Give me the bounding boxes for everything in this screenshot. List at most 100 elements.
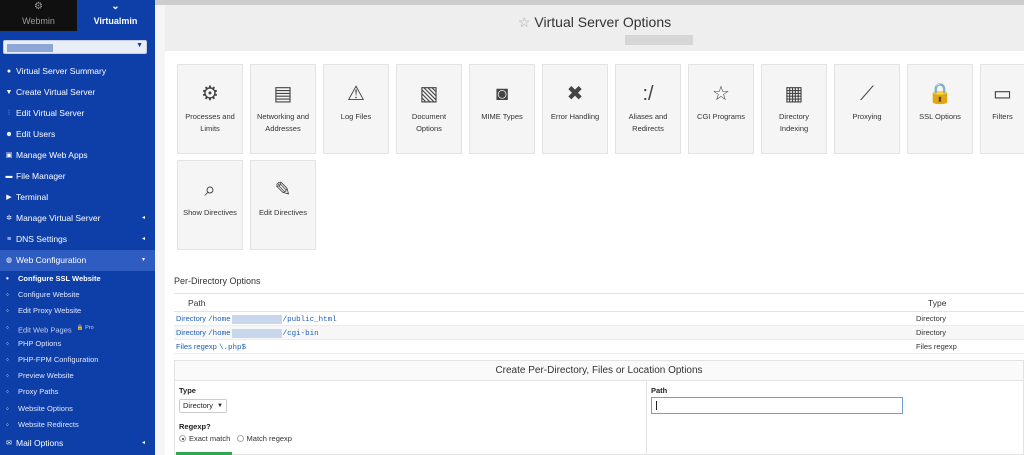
error-x-icon: ✖ [566, 83, 584, 105]
sidebar-item-label: File Manager [16, 171, 66, 181]
per-directory-title: Per-Directory Options [174, 276, 261, 286]
star-outline-icon[interactable]: ☆ [518, 14, 531, 30]
sidebar-item-virtual-server-summary[interactable]: ● Virtual Server Summary [0, 61, 155, 82]
edit-pen-icon: ✎ [274, 179, 292, 201]
sidebar-subitem-edit-web-pages[interactable]: ◦ Edit Web Pages 🔒 Pro [0, 320, 155, 336]
tab-webmin[interactable]: ⚙ Webmin [0, 0, 77, 31]
row-type: Directory [916, 328, 947, 337]
sidebar-subitem-label: PHP Options [18, 338, 62, 348]
folder-icon: ▬ [5, 173, 13, 180]
gears-icon: ⚙ [201, 83, 219, 105]
regexp-label: Regexp? [179, 422, 211, 431]
tab-virtualmin-label: Virtualmin [93, 16, 138, 26]
tile-proxying[interactable]: ⟋ Proxying [834, 64, 900, 154]
row-path-link[interactable]: Files regexp \.php$ [176, 340, 246, 355]
sidebar-subitem-label: Preview Website [18, 371, 74, 381]
radio-unselected-icon [236, 435, 244, 442]
row-path-link[interactable]: Directory /home/public_html [176, 312, 337, 327]
mime-icon: ◙ [495, 83, 509, 105]
table-row: Files regexp \.php$ Files regexp [174, 340, 1024, 354]
sidebar-subitem-label: Configure Website [18, 290, 80, 300]
sidebar-subitem-php-options[interactable]: ◦ PHP Options [0, 336, 155, 352]
sidebar-subitem-label: Proxy Paths [18, 387, 59, 397]
radio-exact-match[interactable]: Exact match [179, 434, 230, 443]
sidebar-item-edit-virtual-server[interactable]: ⫶ Edit Virtual Server [0, 103, 155, 124]
sidebar-item-web-configuration[interactable]: ◍ Web Configuration ▾ [0, 250, 155, 271]
bullet-icon: ◦ [6, 371, 9, 381]
sidebar-item-mail-options[interactable]: ✉ Mail Options ◂ [0, 433, 155, 454]
tile-directory-indexing[interactable]: ▦ Directory Indexing [761, 64, 827, 154]
tile-edit-directives[interactable]: ✎ Edit Directives [250, 160, 316, 250]
sidebar-subitem-preview-website[interactable]: ◦ Preview Website [0, 368, 155, 384]
sidebar-item-label: Mail Options [16, 437, 64, 448]
tile-processes-and-limits[interactable]: ⚙ Processes and Limits [177, 64, 243, 154]
tab-virtualmin[interactable]: ⌄ Virtualmin [77, 0, 154, 31]
domain-value-redacted [7, 44, 53, 52]
bullet-icon: • [6, 274, 9, 283]
table-row: Directory /home/cgi-bin Directory [174, 326, 1024, 340]
sidebar-item-edit-users[interactable]: ☻ Edit Users [0, 124, 155, 145]
column-header-path: Path [188, 298, 206, 308]
radio-match-regexp[interactable]: Match regexp [236, 434, 292, 443]
tile-label: Log Files [340, 112, 372, 121]
sidebar-subitem-php-fpm-configuration[interactable]: ◦ PHP-FPM Configuration [0, 352, 155, 368]
tile-filters[interactable]: ▭ Filters [980, 64, 1024, 154]
page-title: Virtual Server Options [534, 14, 672, 30]
sidebar-subitem-label: Edit Proxy Website [18, 306, 82, 316]
tile-label: Show Directives [183, 208, 237, 217]
tile-ssl-options[interactable]: 🔒 SSL Options [907, 64, 973, 154]
type-select-value: Directory [183, 401, 214, 410]
row-path-link[interactable]: Directory /home/cgi-bin [176, 326, 319, 341]
sidebar-subitem-configure-website[interactable]: ◦ Configure Website [0, 287, 155, 303]
sidebar-item-manage-web-apps[interactable]: ▣ Manage Web Apps [0, 145, 155, 166]
tile-networking-and-addresses[interactable]: ▤ Networking and Addresses [250, 64, 316, 154]
type-label: Type [179, 386, 196, 395]
sidebar-subitem-proxy-paths[interactable]: ◦ Proxy Paths [0, 384, 155, 400]
table-header: Path Type [174, 294, 1024, 312]
sidebar-item-create-virtual-server[interactable]: ▼ Create Virtual Server [0, 82, 155, 103]
row-prefix: Directory [176, 314, 207, 323]
sidebar-subitem-label: Edit Web Pages [18, 325, 72, 335]
create-options-form: Create Per-Directory, Files or Location … [174, 360, 1024, 455]
tile-label: SSL Options [919, 112, 961, 121]
sidebar-item-terminal[interactable]: ▶ Terminal [0, 187, 155, 208]
path-input[interactable] [651, 397, 903, 414]
sidebar-item-label: Web Configuration [16, 255, 87, 265]
sidebar-subitem-website-options[interactable]: ◦ Website Options [0, 401, 155, 417]
filter-icon: ▼ [5, 89, 13, 96]
magnifier-icon: ⌕ [204, 179, 216, 201]
sidebar-item-manage-virtual-server[interactable]: ✲ Manage Virtual Server ◂ [0, 208, 155, 229]
path-label: Path [651, 386, 668, 395]
tile-aliases-and-redirects[interactable]: :/ Aliases and Redirects [615, 64, 681, 154]
sidebar-subitem-label: Configure SSL Website [18, 274, 101, 283]
text-cursor [656, 401, 657, 410]
sidebar-nav: ● Virtual Server Summary ▼ Create Virtua… [0, 61, 155, 454]
form-divider [646, 382, 647, 455]
sidebar-subitem-label: Website Options [18, 403, 73, 413]
caret-left-icon: ◂ [141, 439, 145, 446]
envelope-icon: ✉ [6, 439, 12, 447]
tile-error-handling[interactable]: ✖ Error Handling [542, 64, 608, 154]
type-select[interactable]: Directory ▼ [179, 399, 227, 413]
tile-label: Networking and Addresses [256, 112, 310, 133]
tile-show-directives[interactable]: ⌕ Show Directives [177, 160, 243, 250]
tile-mime-types[interactable]: ◙ MIME Types [469, 64, 535, 154]
sidebar-item-dns-settings[interactable]: ≡ DNS Settings ◂ [0, 229, 155, 250]
tile-label: MIME Types [481, 112, 523, 121]
regexp-radio-group: Exact match Match regexp [179, 434, 292, 443]
filter-printer-icon: ▭ [993, 83, 1012, 105]
tile-label: CGI Programs [697, 112, 745, 121]
sidebar-subitem-configure-ssl-website[interactable]: • Configure SSL Website [0, 271, 155, 287]
tile-cgi-programs[interactable]: ☆ CGI Programs [688, 64, 754, 154]
sidebar-item-label: Virtual Server Summary [16, 66, 107, 76]
folder-index-icon: ▦ [784, 83, 804, 105]
tile-document-options[interactable]: ▧ Document Options [396, 64, 462, 154]
sidebar-subitem-website-redirects[interactable]: ◦ Website Redirects [0, 417, 155, 433]
sidebar-item-label: Terminal [16, 192, 49, 202]
tile-log-files[interactable]: ⚠ Log Files [323, 64, 389, 154]
server-icon: ≡ [6, 236, 12, 243]
domain-selector[interactable]: ▼ [3, 40, 147, 54]
sidebar-item-file-manager[interactable]: ▬ File Manager [0, 166, 155, 187]
sidebar-subitem-edit-proxy-website[interactable]: ◦ Edit Proxy Website [0, 303, 155, 319]
caret-left-icon: ◂ [141, 215, 145, 221]
